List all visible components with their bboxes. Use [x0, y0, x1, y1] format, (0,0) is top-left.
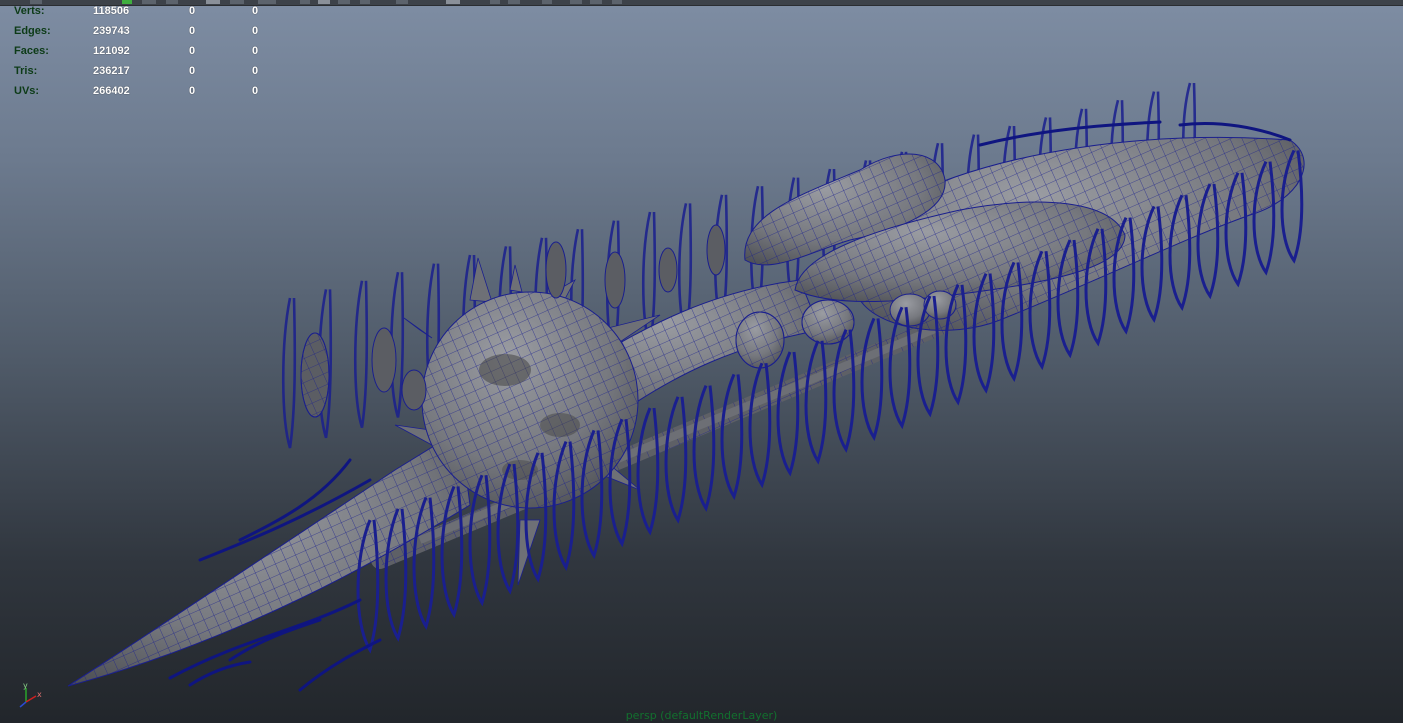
needle-tail: [67, 429, 471, 687]
hud-component-count: 0: [252, 85, 259, 97]
rib: [804, 340, 828, 465]
axis-gizmo-icon: y x: [19, 681, 42, 708]
rib: [748, 362, 772, 489]
rib: [720, 373, 744, 501]
rib: [832, 328, 856, 453]
hud-selected-count: 0: [189, 5, 196, 17]
hud-selected-count: 0: [189, 85, 196, 97]
axis-x-label: x: [37, 690, 42, 699]
perspective-viewport[interactable]: Verts: 118506 0 0 Edges: 239743 0 0 Faces: 121092…: [0, 0, 1403, 723]
hud-selected-count: 0: [189, 45, 196, 57]
rib: [636, 407, 660, 536]
rib: [664, 396, 688, 524]
rib: [353, 280, 369, 428]
rib: [776, 351, 800, 477]
hud-selected-count: 0: [189, 25, 196, 37]
hud-component-count: 0: [252, 65, 259, 77]
hud-component-count: 0: [252, 5, 259, 17]
hud-total-count: 236217: [93, 65, 130, 77]
hud-label: Verts:: [14, 5, 45, 17]
rib: [692, 385, 716, 512]
3d-scene-render: [67, 82, 1305, 692]
rib: [281, 297, 297, 449]
hud-label: Edges:: [14, 25, 51, 37]
hud-label: UVs:: [14, 85, 40, 97]
hud-label: Faces:: [14, 45, 49, 57]
hud-total-count: 239743: [93, 25, 130, 37]
hud-total-count: 118506: [93, 5, 130, 17]
hud-component-count: 0: [252, 25, 259, 37]
hud-selected-count: 0: [189, 65, 196, 77]
hud-total-count: 266402: [93, 85, 130, 97]
rib: [860, 317, 884, 442]
axis-y-label: y: [23, 681, 28, 690]
camera-label: persp (defaultRenderLayer): [625, 709, 778, 722]
hud-label: Tris:: [14, 65, 38, 77]
hud-total-count: 121092: [93, 45, 130, 57]
hud-component-count: 0: [252, 45, 259, 57]
